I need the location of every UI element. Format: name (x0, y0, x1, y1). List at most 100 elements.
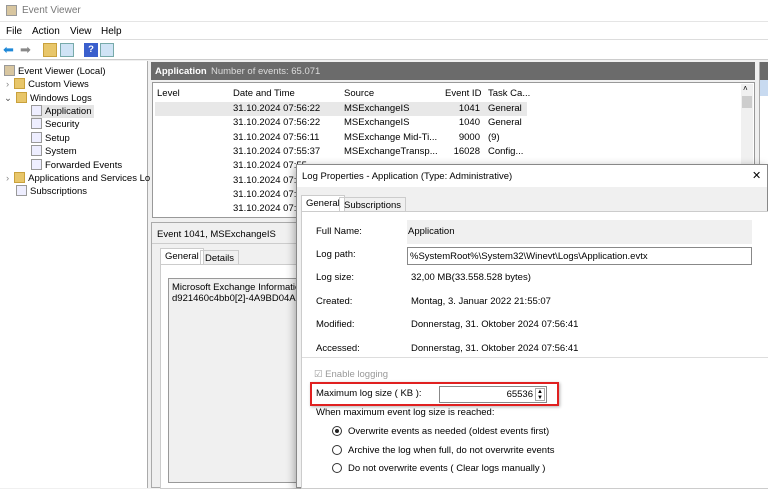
toolbar: ⬅ ➡ ? (0, 40, 768, 60)
max-size-value: 65536 (506, 389, 533, 400)
menu-view[interactable]: View (70, 26, 92, 37)
log-properties-dialog: Log Properties - Application (Type: Admi… (296, 164, 768, 489)
column-task-category[interactable]: Task Ca... (488, 88, 530, 99)
max-size-stepper[interactable]: 65536 ▲ ▼ (439, 386, 547, 403)
menu-bar: File Action View Help (0, 22, 768, 40)
tree-label: Security (45, 119, 80, 130)
navigation-tree: Event Viewer (Local) › Custom Views ⌄ Wind… (0, 61, 150, 488)
log-icon (31, 132, 42, 143)
tree-label: Windows Logs (29, 93, 92, 104)
task-cell: Config... (488, 145, 524, 157)
enable-logging-label: Enable logging (325, 369, 389, 380)
radio-label: Overwrite events as needed (oldest event… (348, 426, 550, 437)
created-value: Montag, 3. Januar 2022 21:55:07 (411, 296, 551, 307)
created-label: Created: (316, 296, 353, 307)
source-cell: MSExchangeIS (344, 103, 410, 114)
column-level[interactable]: Level (157, 88, 180, 99)
radio-icon (332, 445, 342, 455)
tree-label: Event Viewer (Local) (18, 66, 106, 77)
show-action-pane-icon[interactable] (100, 43, 114, 57)
folder-icon (14, 172, 26, 183)
log-path-value: %SystemRoot%\System32\Winevt\Logs\Applic… (410, 251, 648, 262)
tree-item-forwarded-events[interactable]: Forwarded Events (31, 159, 122, 172)
source-cell: MSExchange Mid-Ti... (344, 131, 438, 143)
tree-label: Applications and Services Lo (28, 173, 151, 184)
folder-icon (15, 92, 27, 103)
tree-label: Application (45, 106, 92, 117)
accessed-value: Donnerstag, 31. Oktober 2024 07:56:41 (411, 343, 579, 354)
event-id-cell: 9000 (458, 131, 480, 143)
tree-item-system[interactable]: System (31, 145, 77, 158)
event-id-cell: 1041 (458, 103, 480, 114)
tree-item-custom-views[interactable]: › Custom Views (6, 78, 89, 91)
column-source[interactable]: Source (344, 88, 374, 99)
dialog-title: Log Properties - Application (Type: Admi… (302, 171, 513, 182)
log-icon (31, 105, 42, 116)
tree-item-subscriptions[interactable]: Subscriptions (16, 185, 87, 198)
tree-item-setup[interactable]: Setup (31, 132, 70, 145)
tree-item-applications-services[interactable]: › Applications and Services Lo (6, 172, 150, 185)
show-hide-tree-icon[interactable] (60, 43, 74, 57)
back-arrow-icon[interactable]: ⬅ (3, 43, 17, 57)
event-row[interactable]: iInformation 31.10.2024 07:56:22 MSExcha… (155, 102, 527, 116)
up-folder-icon[interactable] (43, 43, 57, 57)
enable-logging-checkbox[interactable]: ☑ Enable logging (314, 369, 388, 380)
event-viewer-icon (6, 5, 17, 16)
source-cell: MSExchangeTransp... (344, 145, 438, 157)
chevron-right-icon: › (6, 173, 10, 184)
tree-item-application[interactable]: Application (31, 105, 95, 118)
event-id-cell: 1040 (458, 117, 480, 129)
log-icon (31, 118, 42, 129)
event-row[interactable]: iInformation 31.10.2024 07:55:37 MSExcha… (155, 145, 527, 159)
chevron-down-icon: ⌄ (4, 93, 12, 104)
task-cell: General (488, 117, 522, 129)
close-icon[interactable]: ✕ (752, 169, 761, 182)
subscriptions-icon (16, 185, 27, 196)
source-cell: MSExchangeIS (344, 117, 410, 129)
column-event-id[interactable]: Event ID (445, 88, 481, 99)
menu-file[interactable]: File (6, 26, 22, 37)
task-cell: General (488, 103, 522, 114)
event-row[interactable]: iInformation 31.10.2024 07:56:22 MSExcha… (155, 116, 527, 130)
event-row[interactable]: iInformation 31.10.2024 07:56:11 MSExcha… (155, 131, 527, 145)
log-header: Application Number of events: 65.071 (151, 62, 755, 80)
tree-label: Setup (45, 133, 70, 144)
checkmark-icon: ☑ (314, 369, 323, 380)
scroll-up-icon[interactable]: ˄ (743, 84, 748, 93)
menu-help[interactable]: Help (101, 26, 122, 37)
tree-label: Custom Views (28, 79, 89, 90)
radio-overwrite[interactable]: Overwrite events as needed (oldest event… (332, 426, 549, 437)
tree-label: System (45, 146, 77, 157)
radio-archive[interactable]: Archive the log when full, do not overwr… (332, 445, 554, 456)
radio-icon (332, 426, 342, 436)
radio-do-not-overwrite[interactable]: Do not overwrite events ( Clear logs man… (332, 463, 545, 474)
column-date-time[interactable]: Date and Time (233, 88, 295, 99)
log-icon (31, 145, 42, 156)
window-title: Event Viewer (22, 5, 81, 16)
help-icon[interactable]: ? (84, 43, 98, 57)
full-name-label: Full Name: (316, 226, 362, 237)
forward-arrow-icon[interactable]: ➡ (20, 43, 34, 57)
radio-label: Do not overwrite events ( Clear logs man… (348, 463, 546, 474)
log-icon (31, 159, 42, 170)
log-size-label: Log size: (316, 272, 355, 283)
tree-item-security[interactable]: Security (31, 118, 79, 131)
radio-icon (332, 463, 342, 473)
scroll-thumb[interactable] (742, 96, 752, 108)
menu-action[interactable]: Action (32, 26, 60, 37)
date-cell: 31.10.2024 07:56:22 (233, 117, 321, 129)
modified-value: Donnerstag, 31. Oktober 2024 07:56:41 (411, 319, 579, 330)
tree-item-event-viewer-local[interactable]: Event Viewer (Local) (4, 65, 105, 78)
tree-label: Subscriptions (30, 186, 88, 197)
chevron-right-icon: › (6, 79, 10, 90)
date-cell: 31.10.2024 07:55:37 (233, 145, 321, 157)
tree-item-windows-logs[interactable]: ⌄ Windows Logs (4, 92, 92, 105)
tab-general[interactable]: General (160, 248, 204, 264)
full-name-value[interactable]: Application (408, 226, 454, 237)
spin-arrows-icon[interactable]: ▲ ▼ (535, 388, 545, 401)
when-max-label: When maximum event log size is reached: (316, 407, 495, 418)
accessed-label: Accessed: (316, 343, 360, 354)
log-path-field[interactable]: %SystemRoot%\System32\Winevt\Logs\Applic… (407, 247, 752, 265)
log-title: Application (155, 66, 207, 77)
tree-label: Forwarded Events (45, 160, 123, 171)
